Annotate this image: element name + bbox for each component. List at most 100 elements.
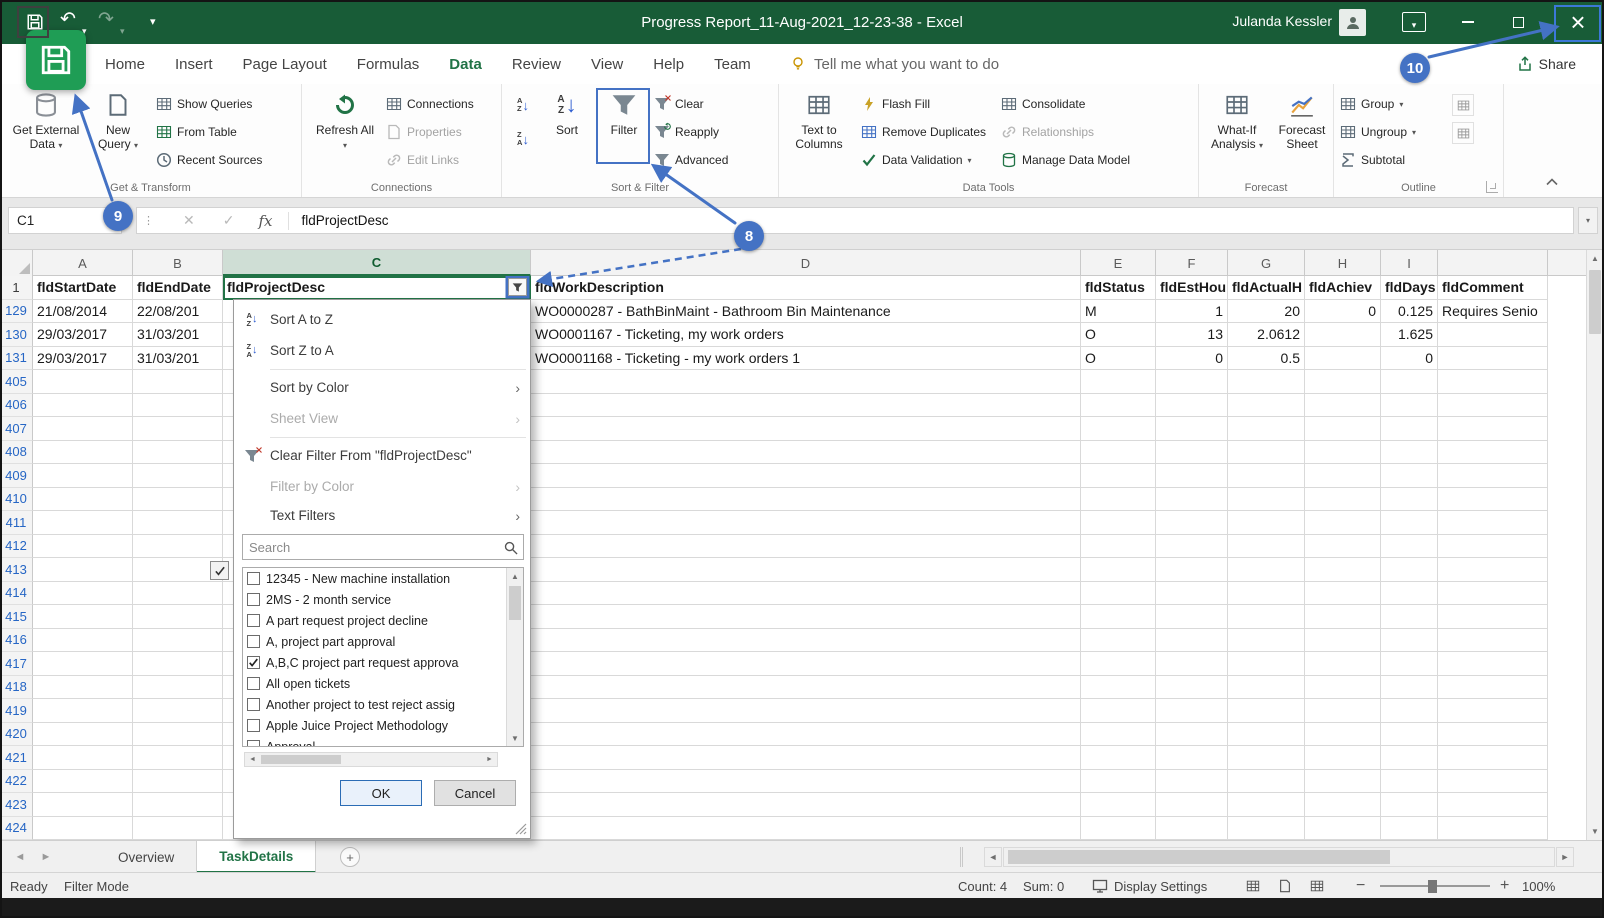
cell-F130[interactable]: 13 [1156,323,1228,347]
tab-insert[interactable]: Insert [160,44,228,84]
cell-F406[interactable] [1156,394,1228,418]
cell-G412[interactable] [1228,535,1305,559]
cell-J411[interactable] [1438,511,1548,535]
cell-A409[interactable] [33,464,133,488]
cell-G418[interactable] [1228,676,1305,700]
cell-F412[interactable] [1156,535,1228,559]
menu-item-sort-a-to-z[interactable]: AZ↓ Sort A to Z [234,304,530,335]
cell-A416[interactable] [33,629,133,653]
cell-F418[interactable] [1156,676,1228,700]
tab-review[interactable]: Review [497,44,576,84]
filter-item-checkbox[interactable] [247,614,260,627]
cell-I412[interactable] [1381,535,1438,559]
cell-H129[interactable]: 0 [1305,300,1381,324]
menu-item-sort-z-to-a[interactable]: ZA↓ Sort Z to A [234,335,530,366]
column-header-F[interactable]: F [1156,250,1228,276]
cell-F417[interactable] [1156,652,1228,676]
cell-B131[interactable]: 31/03/201 [133,347,223,371]
cell-H405[interactable] [1305,370,1381,394]
cell-H424[interactable] [1305,817,1381,841]
cell-G408[interactable] [1228,441,1305,465]
subtotal-button[interactable]: Subtotal [1340,148,1416,172]
cell-J408[interactable] [1438,441,1548,465]
cell-I408[interactable] [1381,441,1438,465]
filter-search-box[interactable] [242,534,524,560]
cell-D418[interactable] [531,676,1081,700]
cell-H421[interactable] [1305,746,1381,770]
cell-I131[interactable]: 0 [1381,347,1438,371]
cell-J423[interactable] [1438,793,1548,817]
insert-function-icon[interactable]: fx [258,212,272,230]
cell-I411[interactable] [1381,511,1438,535]
menu-item-text-filters[interactable]: Text Filters› [234,500,530,531]
cell-G414[interactable] [1228,582,1305,606]
scroll-down-icon[interactable]: ▼ [1587,823,1603,840]
reapply-button[interactable]: Reapply [654,120,728,144]
cell-B410[interactable] [133,488,223,512]
cell-F409[interactable] [1156,464,1228,488]
cell-F419[interactable] [1156,699,1228,723]
cell-G413[interactable] [1228,558,1305,582]
cell-I409[interactable] [1381,464,1438,488]
cell-F421[interactable] [1156,746,1228,770]
cell-A418[interactable] [33,676,133,700]
cell-D406[interactable] [531,394,1081,418]
cell-H131[interactable] [1305,347,1381,371]
cell-J419[interactable] [1438,699,1548,723]
cell-H418[interactable] [1305,676,1381,700]
cell-G411[interactable] [1228,511,1305,535]
search-input[interactable] [243,535,523,559]
cell-A405[interactable] [33,370,133,394]
formula-bar-handle[interactable]: ⋮ [143,214,155,227]
filter-button[interactable]: Filter [600,90,648,137]
row-header-407[interactable]: 407 [0,417,33,441]
row-header-421[interactable]: 421 [0,746,33,770]
column-header-A[interactable]: A [33,250,133,276]
column-header-H[interactable]: H [1305,250,1381,276]
cell-A423[interactable] [33,793,133,817]
display-settings-button[interactable]: Display Settings [1092,873,1207,899]
collapse-ribbon-icon[interactable] [1546,173,1558,191]
from-table-button[interactable]: From Table [156,120,262,144]
new-query-button[interactable]: New Query ▾ [88,90,148,153]
cell-B406[interactable] [133,394,223,418]
row-header-423[interactable]: 423 [0,793,33,817]
cell-I418[interactable] [1381,676,1438,700]
row-header-405[interactable]: 405 [0,370,33,394]
cell-J420[interactable] [1438,723,1548,747]
row-header-412[interactable]: 412 [0,535,33,559]
cell-D419[interactable] [531,699,1081,723]
column-header-C[interactable]: C [223,250,531,276]
cell-D405[interactable] [531,370,1081,394]
cell-E408[interactable] [1081,441,1156,465]
cell-D421[interactable] [531,746,1081,770]
filter-dropdown-button[interactable] [508,278,527,296]
sort-button[interactable]: AZ↓ Sort [544,90,590,137]
cell-I414[interactable] [1381,582,1438,606]
filter-list-item[interactable]: 12345 - New machine installation [243,568,506,589]
cell-E130[interactable]: O [1081,323,1156,347]
cell-I417[interactable] [1381,652,1438,676]
scroll-left-icon[interactable]: ◄ [245,753,260,766]
cell-E131[interactable]: O [1081,347,1156,371]
column-header-fldComment[interactable] [1438,250,1548,276]
row-header-422[interactable]: 422 [0,770,33,794]
header-cell-fldEndDate[interactable]: fldEndDate [133,276,223,300]
cell-F415[interactable] [1156,605,1228,629]
refresh-all-button[interactable]: Refresh All ▾ [314,90,376,153]
minimize-button[interactable] [1450,0,1486,44]
row-header-413[interactable]: 413 [0,558,33,582]
cell-E416[interactable] [1081,629,1156,653]
cell-F407[interactable] [1156,417,1228,441]
cell-H409[interactable] [1305,464,1381,488]
filter-item-checkbox[interactable] [247,656,260,669]
cell-I410[interactable] [1381,488,1438,512]
cell-E413[interactable] [1081,558,1156,582]
filter-list-item[interactable]: A part request project decline [243,610,506,631]
menu-item-sort-by-color[interactable]: Sort by Color› [234,372,530,403]
cell-E406[interactable] [1081,394,1156,418]
cell-E415[interactable] [1081,605,1156,629]
cell-E418[interactable] [1081,676,1156,700]
header-cell-fldDays[interactable]: fldDays [1381,276,1438,300]
cell-E414[interactable] [1081,582,1156,606]
